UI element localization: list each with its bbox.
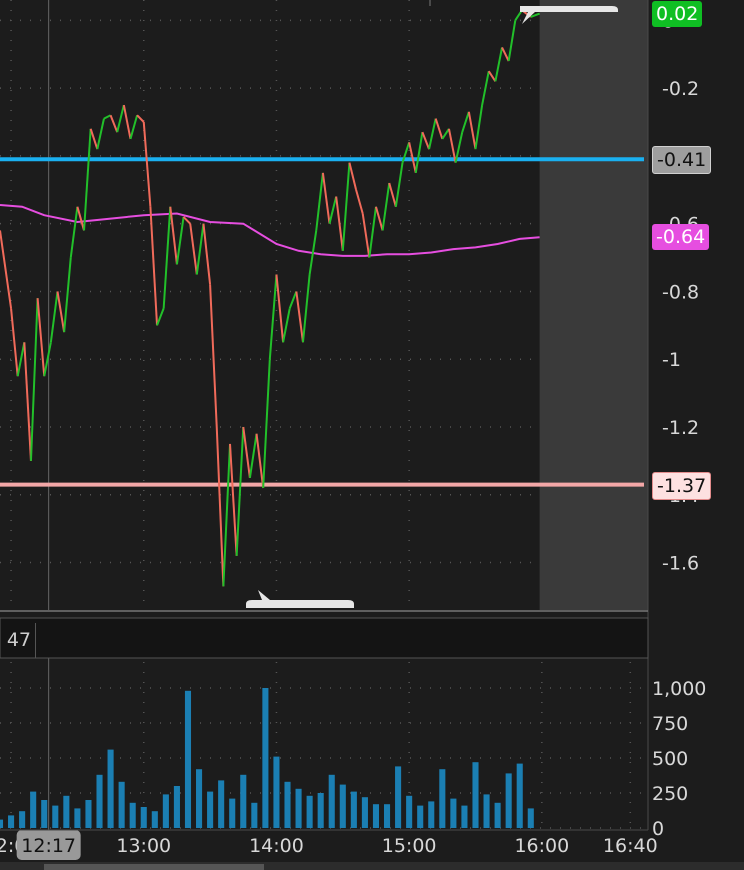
volume-bar xyxy=(350,791,357,828)
volume-bar xyxy=(417,805,424,828)
volume-bar xyxy=(361,797,368,828)
volume-bar xyxy=(96,774,103,828)
volume-bar xyxy=(494,802,501,828)
volume-bar xyxy=(74,808,81,828)
chart-root: 0-0.2-0.4-0.6-0.8-1-1.2-1.4-1.6 02505007… xyxy=(0,0,744,870)
volume-bar xyxy=(184,690,192,828)
current-value-flag: 0.02 xyxy=(652,0,703,27)
price-y-tick-label: -1.2 xyxy=(662,417,699,439)
volume-bar xyxy=(527,808,534,828)
volume-bar xyxy=(450,798,457,828)
volume-bar xyxy=(317,793,324,828)
x-tick-label: 13:00 xyxy=(116,835,171,857)
volume-bar xyxy=(229,798,236,828)
volume-bar xyxy=(284,781,291,828)
volume-bar xyxy=(129,802,136,828)
volume-bar xyxy=(85,800,92,828)
volume-bar xyxy=(19,811,26,828)
volume-bar xyxy=(306,795,313,828)
volume-bar xyxy=(41,800,48,828)
volume-bar xyxy=(428,801,435,828)
volume-bar xyxy=(218,780,225,828)
x-tick-label: 15:00 xyxy=(382,835,437,857)
volume-bar xyxy=(118,781,125,828)
volume-bar xyxy=(251,802,258,828)
volume-bar xyxy=(107,749,114,828)
volume-bar xyxy=(406,795,413,828)
volume-bar xyxy=(295,788,302,828)
volume-bar xyxy=(328,774,335,828)
volume-y-axis: 02505007501,000 xyxy=(652,678,706,840)
volume-bar xyxy=(273,756,280,828)
volume-y-tick-label: 250 xyxy=(652,783,688,805)
price-y-tick-label: -1 xyxy=(662,349,681,371)
volume-y-tick-label: 750 xyxy=(652,713,688,735)
volume-panel-label: 47 xyxy=(0,623,36,658)
average-value-flag: -0.64 xyxy=(652,224,710,251)
volume-y-tick-label: 500 xyxy=(652,748,688,770)
horizontal-line-label-blue: -0.41 xyxy=(652,146,712,175)
price-y-tick-label: -0.8 xyxy=(662,281,699,303)
price-y-tick-label: -1.6 xyxy=(662,553,699,575)
volume-bar xyxy=(151,811,158,828)
time-x-axis: 12:0012:1713:0014:0015:0016:0016:40 xyxy=(0,830,658,860)
volume-bar xyxy=(516,763,523,828)
volume-bar xyxy=(173,786,180,828)
volume-bar xyxy=(52,805,59,828)
volume-y-tick-label: 1,000 xyxy=(652,678,706,700)
volume-bar xyxy=(162,794,169,828)
after-hours-shade xyxy=(539,0,648,610)
volume-bar xyxy=(207,791,214,828)
x-tick-label: 14:00 xyxy=(249,835,304,857)
volume-bar xyxy=(196,769,203,828)
volume-bar xyxy=(339,784,346,828)
crosshair-time-label: 12:17 xyxy=(21,835,76,857)
volume-bar xyxy=(395,766,402,828)
volume-bar xyxy=(63,795,70,828)
x-tick-label: 16:00 xyxy=(514,835,569,857)
volume-bar xyxy=(8,815,15,828)
after-hours-region xyxy=(539,0,648,610)
scrollbar-thumb xyxy=(44,864,264,870)
volume-bar xyxy=(483,794,490,828)
volume-bar xyxy=(30,791,37,828)
volume-bar xyxy=(461,805,468,828)
x-tick-label: 16:40 xyxy=(603,835,658,857)
volume-bar xyxy=(372,804,380,828)
price-y-tick-label: -0.2 xyxy=(662,78,699,100)
volume-bar xyxy=(439,769,446,828)
volume-bar xyxy=(472,762,479,828)
volume-bar xyxy=(383,804,391,828)
volume-bar xyxy=(0,819,4,828)
volume-bar xyxy=(262,688,269,828)
horizontal-line-label-pink: -1.37 xyxy=(652,471,712,500)
volume-bar xyxy=(140,807,147,828)
volume-header-strip xyxy=(0,617,649,659)
volume-bar xyxy=(505,773,512,828)
volume-bar xyxy=(240,774,247,828)
